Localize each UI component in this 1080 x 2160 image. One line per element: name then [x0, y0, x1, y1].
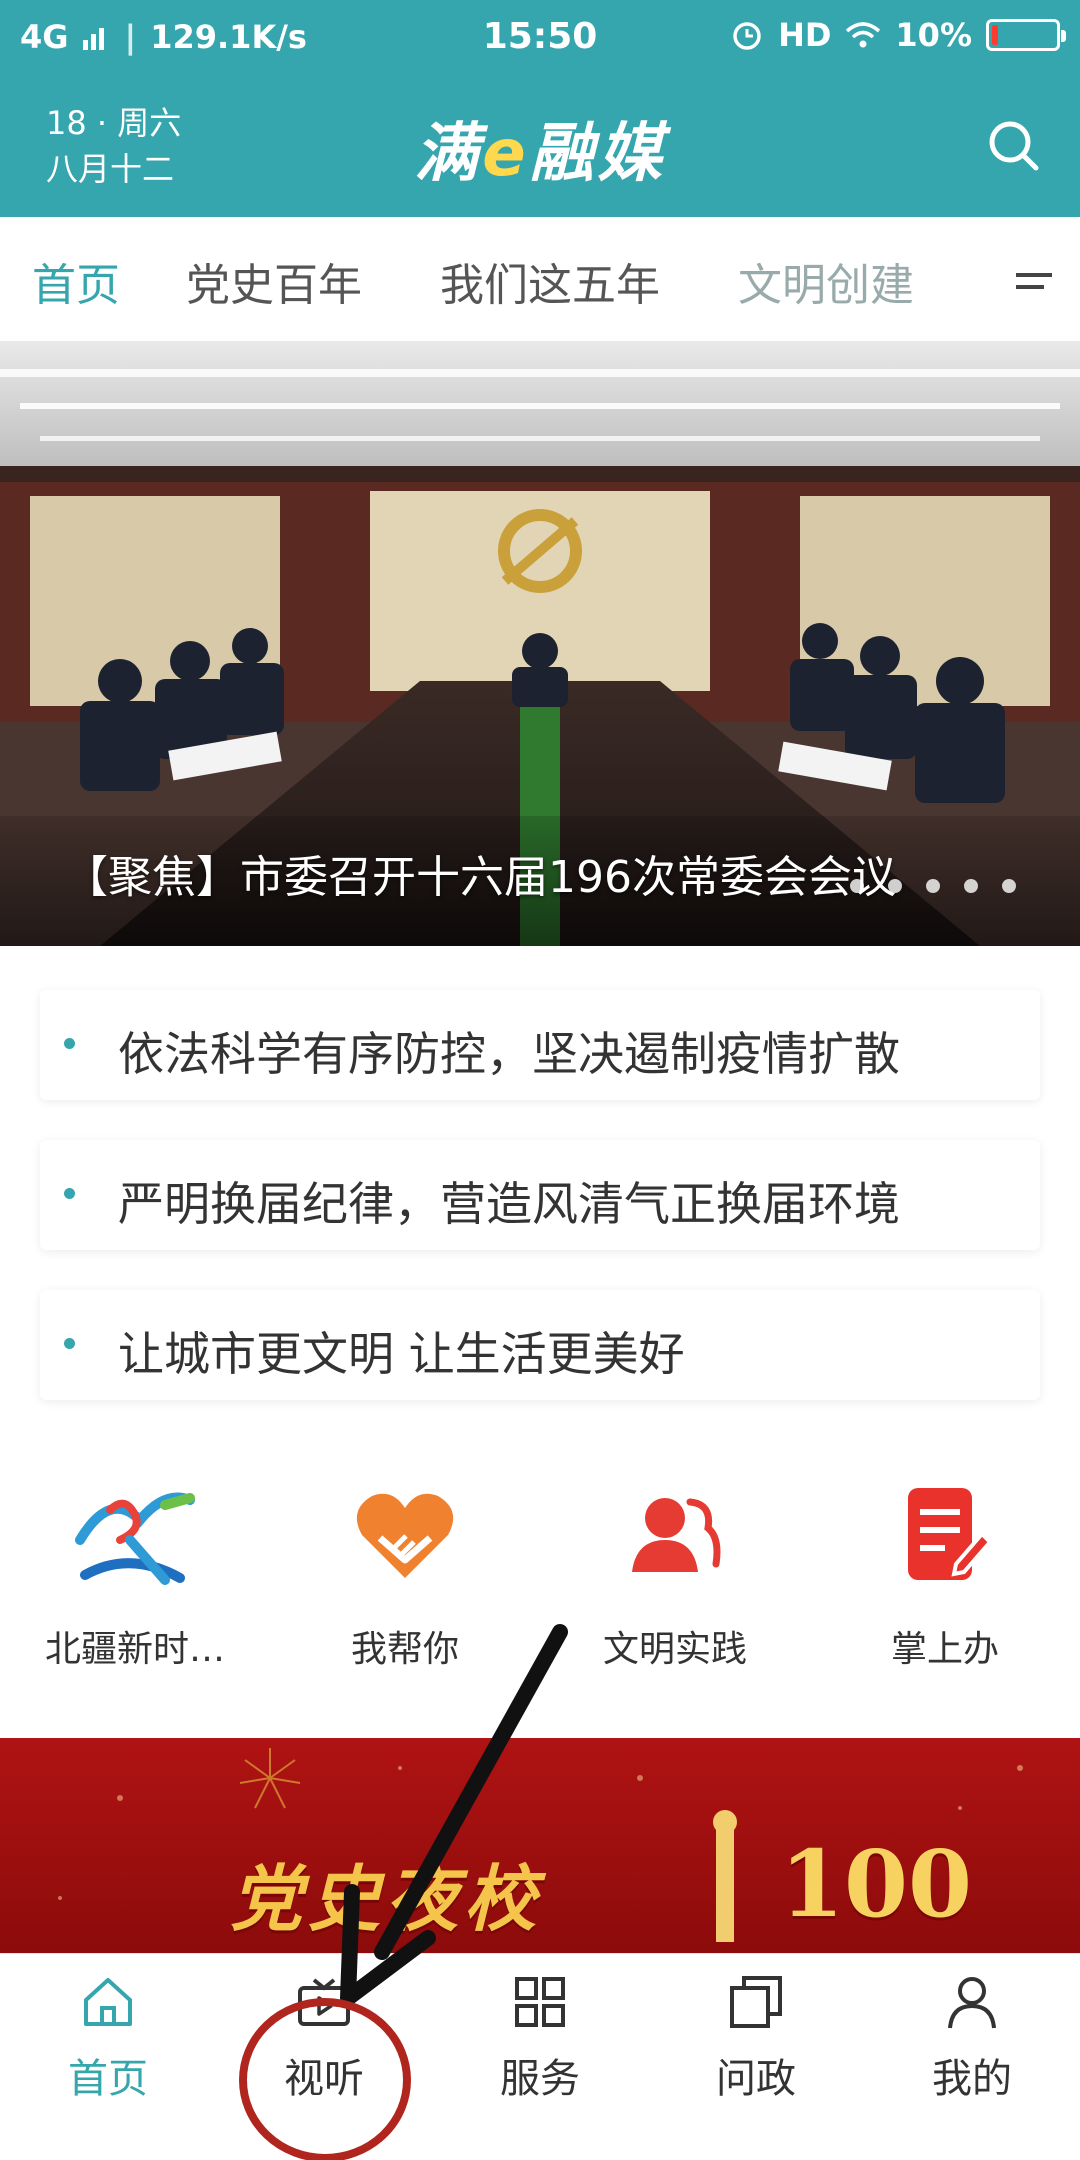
nav-inquiry[interactable]: 问政: [648, 1974, 864, 2104]
status-bar: 4G | 129.1K/s 15:50 HD 10%: [0, 0, 1080, 74]
carousel-dot: [964, 879, 978, 893]
nav-profile[interactable]: 我的: [864, 1974, 1080, 2104]
logo-part-1: 满: [414, 117, 483, 191]
headline-text: 让城市更文明 让生活更美好: [118, 1327, 685, 1381]
tab-home[interactable]: 首页: [32, 249, 120, 313]
video-icon: [298, 1978, 350, 2026]
people-icon: [632, 1498, 721, 1572]
carousel-dot: [888, 879, 902, 893]
quick-help[interactable]: 我帮你: [280, 1480, 530, 1680]
document-edit-icon: [908, 1488, 993, 1580]
carousel-indicator: [850, 879, 1016, 893]
bottom-nav: 首页 视听 服务 问政 我的: [0, 1953, 1080, 2160]
promo-title: 党史夜校: [230, 1857, 543, 1941]
tab-five-years[interactable]: 我们这五年: [440, 249, 660, 313]
news-banner[interactable]: 【聚焦】市委召开十六届196次常委会会议: [0, 341, 1080, 946]
channel-tabs: 首页 党史百年 我们这五年 文明创建: [0, 217, 1080, 341]
home-icon: [84, 1978, 132, 2026]
bullet-dot: [64, 1038, 75, 1049]
wifi-icon: [846, 22, 881, 48]
heart-handshake-icon: [356, 1493, 454, 1578]
search-icon[interactable]: [982, 114, 1046, 178]
app-logo: 满e融媒: [0, 102, 1080, 194]
beijiang-logo-icon: [75, 1492, 195, 1585]
hd-indicator: HD: [778, 16, 832, 54]
promo-banner[interactable]: 党史夜校 100: [0, 1738, 1080, 1953]
quick-label: 文明实践: [602, 1629, 747, 1670]
quick-label: 北疆新时…: [44, 1629, 225, 1670]
headline-item[interactable]: 让城市更文明 让生活更美好: [40, 1290, 1040, 1400]
nav-label: 首页: [68, 2056, 148, 2102]
logo-accent: e: [482, 117, 530, 191]
headline-item[interactable]: 严明换届纪律，营造风清气正换届环境: [40, 1140, 1040, 1250]
grid-icon: [515, 1977, 565, 2027]
nav-home[interactable]: 首页: [0, 1974, 216, 2104]
battery-level: [992, 25, 998, 45]
menu-icon[interactable]: [1004, 255, 1060, 307]
quick-label: 我帮你: [350, 1629, 459, 1670]
user-icon: [948, 1977, 996, 2029]
nav-label: 问政: [716, 2056, 796, 2102]
quick-mobile-office[interactable]: 掌上办: [820, 1480, 1070, 1680]
bullet-dot: [64, 1188, 75, 1199]
nav-video[interactable]: 视听: [216, 1974, 432, 2104]
battery-percent: 10%: [895, 16, 972, 54]
nav-label: 服务: [500, 2056, 580, 2102]
logo-part-2: 融媒: [529, 117, 666, 191]
quick-label: 掌上办: [890, 1629, 999, 1670]
tab-party-history[interactable]: 党史百年: [186, 249, 362, 313]
tab-civilization[interactable]: 文明创建: [738, 249, 914, 313]
headline-item[interactable]: 依法科学有序防控，坚决遏制疫情扩散: [40, 990, 1040, 1100]
promo-number: 100: [780, 1830, 973, 1938]
status-right: HD 10%: [730, 16, 1066, 54]
carousel-dot: [1002, 879, 1016, 893]
banner-title[interactable]: 【聚焦】市委召开十六届196次常委会会议: [64, 841, 896, 905]
nav-label: 视听: [284, 2056, 364, 2102]
alarm-icon: [733, 22, 761, 50]
headline-text: 严明换届纪律，营造风清气正换届环境: [118, 1177, 900, 1231]
carousel-dot: [850, 879, 864, 893]
nav-service[interactable]: 服务: [432, 1974, 648, 2104]
pages-icon: [730, 1976, 782, 2028]
bullet-dot: [64, 1338, 75, 1349]
headline-text: 依法科学有序防控，坚决遏制疫情扩散: [118, 1027, 900, 1081]
quick-civilization[interactable]: 文明实践: [550, 1480, 800, 1680]
battery-icon: [986, 19, 1066, 51]
quick-beijiang[interactable]: 北疆新时…: [10, 1480, 260, 1680]
app-header: 4G | 129.1K/s 15:50 HD 10% 18 · 周六 八月十二 …: [0, 0, 1080, 217]
carousel-dot: [926, 879, 940, 893]
nav-label: 我的: [932, 2056, 1012, 2102]
